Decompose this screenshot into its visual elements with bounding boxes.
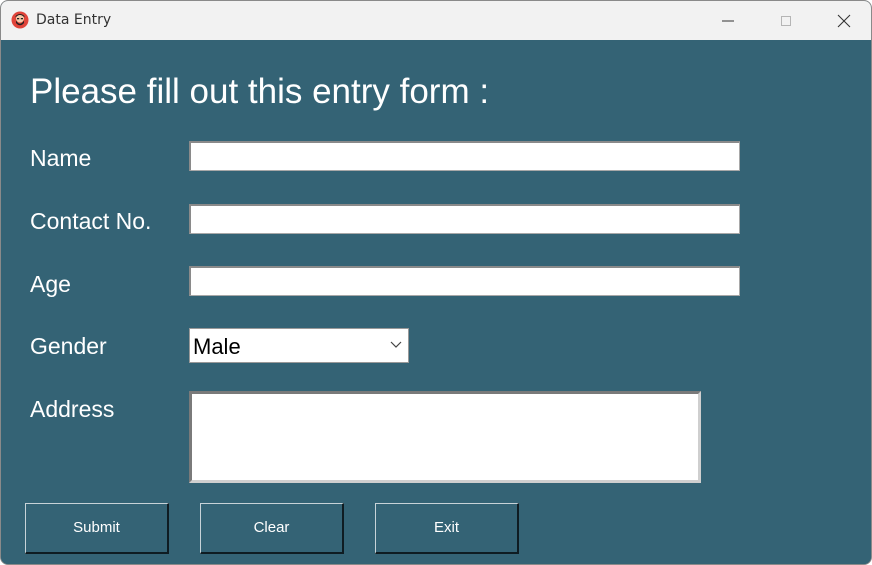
minimize-icon: [722, 20, 734, 22]
address-textarea[interactable]: [189, 391, 701, 483]
close-button[interactable]: [815, 1, 871, 40]
exit-button[interactable]: Exit: [375, 503, 519, 554]
form-heading: Please fill out this entry form :: [30, 72, 490, 111]
title-bar[interactable]: Data Entry: [1, 1, 871, 40]
gender-selected-value: Male: [193, 334, 241, 359]
window-title: Data Entry: [36, 12, 112, 28]
gender-select[interactable]: Male: [189, 328, 409, 363]
close-icon: [837, 14, 851, 28]
name-label: Name: [30, 145, 92, 171]
contact-label: Contact No.: [30, 208, 152, 234]
name-input[interactable]: [189, 141, 740, 171]
chevron-down-icon: [390, 341, 402, 348]
minimize-button[interactable]: [699, 1, 757, 40]
age-label: Age: [30, 271, 71, 297]
address-label: Address: [30, 396, 115, 422]
maximize-icon: [781, 16, 791, 26]
contact-input[interactable]: [189, 204, 740, 234]
clear-button[interactable]: Clear: [200, 503, 344, 554]
form-area: Please fill out this entry form : Name C…: [1, 40, 871, 564]
app-window: Data Entry Please fill out this entry fo…: [0, 0, 872, 565]
submit-button[interactable]: Submit: [25, 503, 169, 554]
maximize-button[interactable]: [757, 1, 815, 40]
app-avatar-icon: [11, 11, 29, 29]
gender-label: Gender: [30, 333, 107, 359]
age-input[interactable]: [189, 266, 740, 296]
